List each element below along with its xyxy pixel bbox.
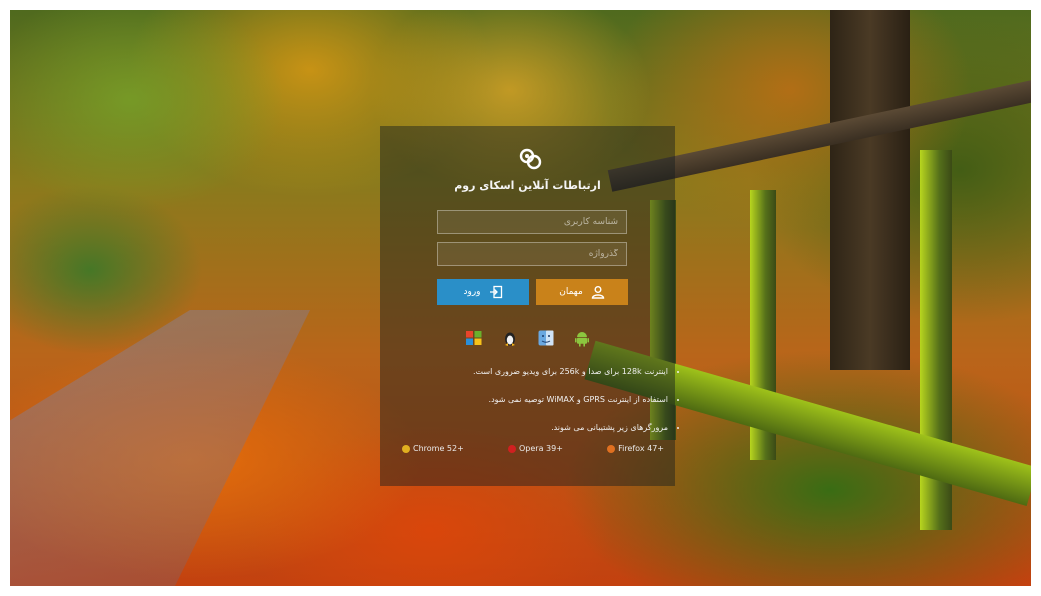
windows-icon xyxy=(465,329,483,347)
tree-trunk xyxy=(830,10,910,370)
firefox-icon xyxy=(607,444,616,453)
login-panel: ارتباطات آنلاین اسکای روم مهمان ورود xyxy=(380,126,675,486)
skyroom-logo-icon xyxy=(519,148,542,170)
username-input[interactable] xyxy=(437,210,627,234)
browser-label: Opera 39+ xyxy=(518,444,563,453)
list-item: استفاده از اینترنت GPRS و WiMAX توصیه نم… xyxy=(400,386,668,414)
password-input[interactable] xyxy=(437,242,627,266)
browser-label: Firefox 47+ xyxy=(618,444,664,453)
opera-icon xyxy=(507,444,516,453)
login-button-label: ورود xyxy=(463,287,481,297)
browser-firefox: Firefox 47+ xyxy=(607,444,664,453)
requirements-list: اینترنت 128k برای صدا و 256k برای ویدیو … xyxy=(400,358,682,442)
sign-in-icon xyxy=(489,285,502,299)
platform-icons xyxy=(380,329,675,347)
browser-chrome: Chrome 52+ xyxy=(402,444,464,453)
mac-icon xyxy=(537,329,555,347)
android-icon xyxy=(573,329,591,347)
page-title: ارتباطات آنلاین اسکای روم xyxy=(454,179,601,192)
linux-icon xyxy=(501,329,519,347)
supported-browsers: Chrome 52+ Opera 39+ Firefox 47+ xyxy=(402,444,664,453)
browser-label: Chrome 52+ xyxy=(413,444,464,453)
chrome-icon xyxy=(402,444,410,453)
list-item: اینترنت 128k برای صدا و 256k برای ویدیو … xyxy=(400,358,668,386)
leaf-path xyxy=(10,310,310,586)
browser-opera: Opera 39+ xyxy=(507,444,563,453)
guest-button-label: مهمان xyxy=(559,287,583,297)
list-item: مرورگرهای زیر پشتیبانی می شوند. xyxy=(400,414,668,442)
user-icon xyxy=(591,286,604,299)
guest-button[interactable]: مهمان xyxy=(536,279,628,305)
login-button[interactable]: ورود xyxy=(437,279,529,305)
